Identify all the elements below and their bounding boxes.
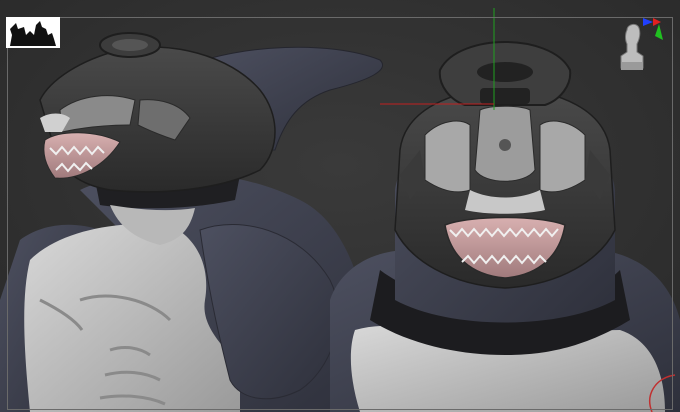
studio-silhouette-logo-icon xyxy=(6,17,60,48)
view-orientation-head-gizmo-icon[interactable] xyxy=(615,16,667,74)
3d-viewport[interactable] xyxy=(0,0,680,412)
sculpt-scene[interactable] xyxy=(0,0,680,412)
